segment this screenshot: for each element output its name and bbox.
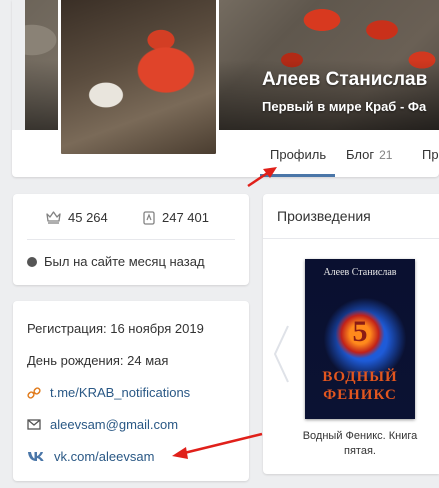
divider <box>263 238 439 239</box>
book-cover-title-line2: ФЕНИКС <box>323 387 397 403</box>
tab-blog[interactable]: Блог 21 <box>346 147 392 162</box>
views-count: 247 401 <box>162 210 209 225</box>
registration-date: Регистрация: 16 ноября 2019 <box>27 321 204 336</box>
book-cover-number: 5 <box>352 315 368 348</box>
book-cover[interactable]: Алеев Станислав 5 ВОДНЫЙ ФЕНИКС <box>305 259 415 419</box>
tab-works[interactable]: Пр <box>422 147 439 162</box>
crown-icon <box>46 211 61 224</box>
works-card: Произведения Алеев Станислав 5 ВОДНЫЙ ФЕ… <box>263 194 439 474</box>
vk-link[interactable]: vk.com/aleevsam <box>27 449 154 464</box>
works-title: Произведения <box>277 208 371 224</box>
followers-count: 45 264 <box>68 210 108 225</box>
email-address[interactable]: aleevsam@gmail.com <box>50 417 178 432</box>
tab-active-underline <box>260 174 335 177</box>
envelope-icon <box>27 419 41 430</box>
last-seen: Был на сайте месяц назад <box>27 254 205 269</box>
views-stat: 247 401 <box>143 210 209 225</box>
cover-gap <box>12 0 25 130</box>
book-caption[interactable]: Водный Феникс. Книга пятая. <box>293 429 427 459</box>
profile-subtitle: Первый в мире Краб - Фа <box>262 99 427 114</box>
profile-name: Алеев Станислав <box>262 69 428 90</box>
book-icon <box>143 210 155 225</box>
chevron-left-icon[interactable] <box>271 324 291 384</box>
telegram-url[interactable]: t.me/KRAB_notifications <box>50 385 190 400</box>
last-seen-text: Был на сайте месяц назад <box>44 254 205 269</box>
tab-works-label: Пр <box>422 147 439 162</box>
tab-blog-count: 21 <box>379 148 393 162</box>
link-icon <box>27 386 41 399</box>
tab-profile-label: Профиль <box>270 147 327 162</box>
divider <box>27 239 235 240</box>
registration-text: Регистрация: 16 ноября 2019 <box>27 321 204 336</box>
tab-profile[interactable]: Профиль <box>270 147 326 162</box>
birthday: День рождения: 24 мая <box>27 353 168 368</box>
followers-stat[interactable]: 45 264 <box>46 210 108 225</box>
birthday-text: День рождения: 24 мая <box>27 353 169 368</box>
email-link[interactable]: aleevsam@gmail.com <box>27 417 178 432</box>
tab-blog-label: Блог <box>346 147 375 162</box>
stats-card: 45 264 247 401 Был на сайте месяц назад <box>13 194 249 285</box>
status-dot-icon <box>27 256 37 267</box>
vk-logo-icon <box>28 452 44 461</box>
telegram-link[interactable]: t.me/KRAB_notifications <box>27 385 190 400</box>
avatar[interactable] <box>58 0 219 157</box>
book-cover-title-line1: ВОДНЫЙ <box>322 369 398 385</box>
book-cover-author: Алеев Станислав <box>323 267 397 278</box>
info-card: Регистрация: 16 ноября 2019 День рождени… <box>13 301 249 481</box>
vk-url[interactable]: vk.com/aleevsam <box>54 449 154 464</box>
